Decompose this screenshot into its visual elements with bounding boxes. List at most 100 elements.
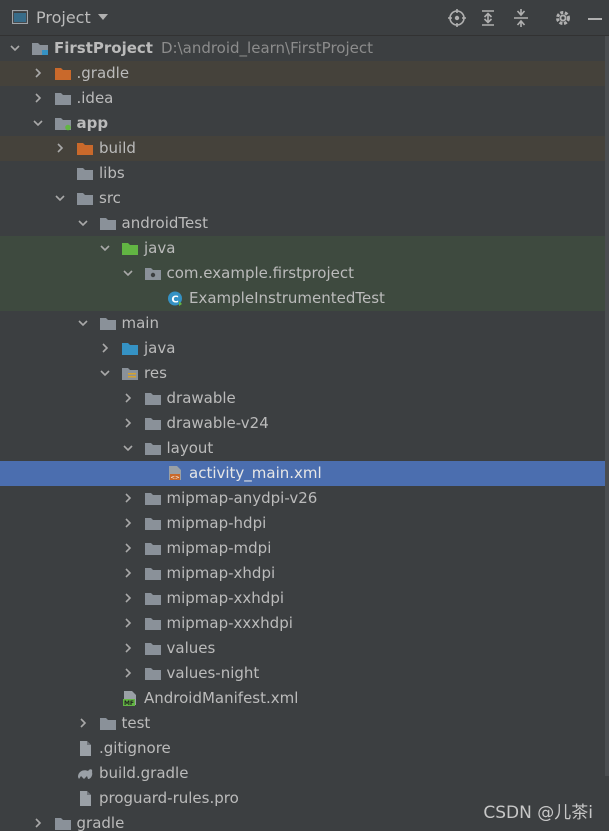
svg-text:MF: MF xyxy=(124,700,134,706)
collapse-all-icon[interactable] xyxy=(511,8,531,28)
tree-row[interactable]: MF AndroidManifest.xml xyxy=(0,686,609,711)
tree-row[interactable]: layout xyxy=(0,436,609,461)
tree-row[interactable]: build xyxy=(0,136,609,161)
tree-row-name: .gitignore xyxy=(99,739,171,757)
tree-row-label: gradle xyxy=(77,814,125,831)
tree-row[interactable]: java xyxy=(0,336,609,361)
tree-row-label: test xyxy=(122,714,151,732)
folder-icon xyxy=(144,518,161,530)
package-icon xyxy=(144,268,161,280)
chevron-right-icon[interactable] xyxy=(122,667,134,679)
source-folder-icon xyxy=(122,343,138,355)
settings-icon[interactable] xyxy=(553,8,573,28)
tree-row[interactable]: .gitignore xyxy=(0,736,609,761)
tree-row[interactable]: .gradle xyxy=(0,61,609,86)
chevron-right-icon[interactable] xyxy=(32,92,44,104)
excluded-folder-icon xyxy=(77,143,93,155)
gradle-icon xyxy=(78,769,93,779)
tree-row[interactable]: mipmap-hdpi xyxy=(0,511,609,536)
tree-row[interactable]: <> activity_main.xml xyxy=(0,461,609,486)
tree-row[interactable]: mipmap-xhdpi xyxy=(0,561,609,586)
chevron-right-icon[interactable] xyxy=(54,142,66,154)
tree-row-name: main xyxy=(121,314,159,332)
chevron-right-icon[interactable] xyxy=(122,517,134,529)
hide-icon[interactable] xyxy=(585,8,605,28)
tree-row-label: values xyxy=(167,639,216,657)
tree-row-label: proguard-rules.pro xyxy=(99,789,239,807)
chevron-down-icon[interactable] xyxy=(99,242,111,254)
tree-row[interactable]: FirstProject D:\android_learn\FirstProjec… xyxy=(0,36,609,61)
chevron-right-icon[interactable] xyxy=(77,717,89,729)
tree-row-label: ExampleInstrumentedTest xyxy=(189,289,385,307)
tree-row[interactable]: values-night xyxy=(0,661,609,686)
tree-row-name: mipmap-xxxhdpi xyxy=(166,614,293,632)
expand-all-icon[interactable] xyxy=(478,8,498,28)
tree-row[interactable]: C ExampleInstrumentedTest xyxy=(0,286,609,311)
tree-row[interactable]: drawable-v24 xyxy=(0,411,609,436)
svg-text:<>: <> xyxy=(170,475,180,481)
chevron-right-icon[interactable] xyxy=(122,542,134,554)
tree-row[interactable]: com.example.firstproject xyxy=(0,261,609,286)
chevron-right-icon[interactable] xyxy=(122,567,134,579)
chevron-right-icon[interactable] xyxy=(122,592,134,604)
folder-icon xyxy=(99,318,116,330)
tree-row-label: build xyxy=(99,139,136,157)
watermark: CSDN @儿茶i xyxy=(483,803,593,823)
tree-row-name: activity_main.xml xyxy=(189,464,322,482)
chevron-down-icon[interactable] xyxy=(97,11,109,23)
folder-icon xyxy=(144,618,161,630)
tree-row-name: mipmap-hdpi xyxy=(166,514,267,532)
tree-row-name: values xyxy=(166,639,216,657)
tree-row-label: .gitignore xyxy=(99,739,171,757)
chevron-right-icon[interactable] xyxy=(32,817,44,829)
tree-row[interactable]: test xyxy=(0,711,609,736)
tree-row[interactable]: mipmap-anydpi-v26 xyxy=(0,486,609,511)
chevron-down-icon[interactable] xyxy=(77,217,89,229)
vertical-scrollbar[interactable] xyxy=(605,36,609,776)
tree-row-label: mipmap-hdpi xyxy=(167,514,267,532)
tree-row[interactable]: app xyxy=(0,111,609,136)
locate-icon[interactable] xyxy=(447,8,467,28)
chevron-right-icon[interactable] xyxy=(122,617,134,629)
tree-row[interactable]: main xyxy=(0,311,609,336)
tree-row-label: drawable-v24 xyxy=(167,414,269,432)
tree-row-name: androidTest xyxy=(121,214,208,232)
tree-row-label: com.example.firstproject xyxy=(167,264,355,282)
tree-row-label: mipmap-mdpi xyxy=(167,539,272,557)
tree-row[interactable]: mipmap-mdpi xyxy=(0,536,609,561)
chevron-down-icon[interactable] xyxy=(54,192,66,204)
chevron-right-icon[interactable] xyxy=(122,392,134,404)
tree-row[interactable]: drawable xyxy=(0,386,609,411)
tree-row-label: FirstProject D:\android_learn\FirstProjec… xyxy=(54,39,373,57)
folder-icon xyxy=(77,168,93,180)
chevron-down-icon[interactable] xyxy=(32,117,44,129)
tree-row-label: java xyxy=(144,239,175,257)
tree-row[interactable]: java xyxy=(0,236,609,261)
tree-row[interactable]: src xyxy=(0,186,609,211)
chevron-right-icon[interactable] xyxy=(122,417,134,429)
tree-row[interactable]: libs xyxy=(0,161,609,186)
tree-row[interactable]: res xyxy=(0,361,609,386)
chevron-down-icon[interactable] xyxy=(9,42,21,54)
tree-row-name: java xyxy=(144,239,176,257)
chevron-down-icon[interactable] xyxy=(99,367,111,379)
chevron-down-icon[interactable] xyxy=(122,442,134,454)
tree-row-label: java xyxy=(144,339,175,357)
tree-row-name: src xyxy=(99,189,121,207)
folder-icon xyxy=(144,443,161,455)
tree-row[interactable]: mipmap-xxxhdpi xyxy=(0,611,609,636)
chevron-down-icon[interactable] xyxy=(77,317,89,329)
chevron-right-icon[interactable] xyxy=(122,642,134,654)
chevron-down-icon[interactable] xyxy=(122,267,134,279)
tree-row[interactable]: .idea xyxy=(0,86,609,111)
chevron-right-icon[interactable] xyxy=(99,342,111,354)
folder-icon xyxy=(54,93,71,105)
tree-row-name: .gradle xyxy=(76,64,130,82)
tree-row[interactable]: androidTest xyxy=(0,211,609,236)
tree-row[interactable]: build.gradle xyxy=(0,761,609,786)
chevron-right-icon[interactable] xyxy=(122,492,134,504)
tree-row[interactable]: mipmap-xxhdpi xyxy=(0,586,609,611)
view-title[interactable]: Project xyxy=(36,8,91,27)
chevron-right-icon[interactable] xyxy=(32,67,44,79)
tree-row[interactable]: values xyxy=(0,636,609,661)
